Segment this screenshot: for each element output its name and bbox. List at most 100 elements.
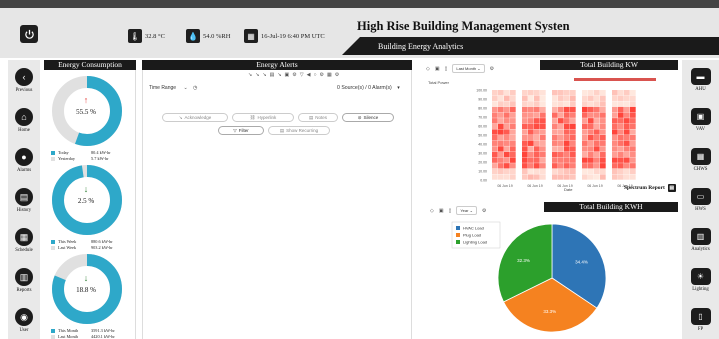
- heatmap-cell: [492, 95, 498, 101]
- kw-heatmap-chart: Total Power Date 100.0090.0080.0070.0060…: [428, 78, 656, 192]
- datetime-value: 16-Jul-19 6:40 PM UTC: [261, 32, 325, 40]
- acknowledge-button[interactable]: ↘ Acknowledge: [162, 113, 228, 122]
- filter-icon[interactable]: ▽: [300, 72, 304, 78]
- document-icon[interactable]: ▯: [445, 66, 448, 72]
- nav-user[interactable]: ◉ User: [8, 308, 40, 333]
- heatmap-cell: [594, 95, 600, 101]
- gear-icon[interactable]: ⚙: [320, 72, 324, 78]
- nav-reports[interactable]: ▥ Reports: [8, 268, 40, 293]
- heatmap-cell: [522, 101, 528, 107]
- heatmap-cell: [594, 174, 600, 180]
- heatmap-cell: [630, 157, 636, 163]
- tag-icon[interactable]: ◇: [430, 208, 434, 214]
- heatmap-cell: [504, 168, 510, 175]
- heatmap-cell: [570, 163, 576, 169]
- heatmap-cell: [534, 106, 540, 113]
- toolbar-icon[interactable]: ↘: [248, 72, 252, 78]
- time-range[interactable]: Time Range ⌄ ◷: [149, 85, 197, 91]
- heatmap-cell: [594, 163, 600, 169]
- filter-icon: ▽: [233, 127, 237, 133]
- toolbar-icon[interactable]: ↘: [262, 72, 266, 78]
- circle-icon[interactable]: ○: [313, 72, 316, 78]
- heatmap-cell: [534, 174, 540, 180]
- nav-previous[interactable]: ‹ Previous: [8, 68, 40, 93]
- heatmap-cell: [588, 135, 594, 141]
- nav-hws[interactable]: ▭ HWS: [682, 188, 719, 212]
- nav-analytics[interactable]: ▥ Analytics: [682, 228, 719, 252]
- heatmap-cell: [558, 112, 564, 118]
- heatmap-cell: [624, 135, 630, 141]
- nav-schedule[interactable]: ▦ Schedule: [8, 228, 40, 253]
- gear-icon[interactable]: ⚙: [490, 66, 494, 72]
- nav-home[interactable]: ⌂ Home: [8, 108, 40, 133]
- show-recurring-button[interactable]: ▤ Show Recurring: [268, 126, 330, 135]
- table-icon[interactable]: ▦: [327, 72, 332, 78]
- save-icon[interactable]: ▣: [435, 66, 440, 72]
- donut-percent: 18.8 %: [76, 286, 96, 294]
- report-icon: ▤: [667, 184, 676, 192]
- hyperlink-button[interactable]: ⛓ Hyperlink: [232, 113, 294, 122]
- heatmap-cell: [510, 101, 516, 107]
- silence-button[interactable]: ⊘ Silence: [342, 113, 394, 122]
- heatmap-cell: [492, 135, 498, 141]
- gear-icon[interactable]: ⚙: [335, 72, 339, 78]
- temperature-stat: 🌡 32.8 °C: [128, 29, 165, 43]
- nav-fp[interactable]: ▯ FP: [682, 308, 719, 332]
- toolbar-icon[interactable]: ↘: [277, 72, 281, 78]
- heatmap-cell: [552, 157, 558, 163]
- nav-vav[interactable]: ▣ VAV: [682, 108, 719, 132]
- toolbar-icon[interactable]: ▤: [270, 72, 275, 78]
- clock-icon[interactable]: ◷: [193, 85, 197, 91]
- heatmap-cell: [600, 118, 606, 124]
- heatmap-cell: [612, 118, 618, 124]
- calendar-icon: ▦: [15, 228, 33, 246]
- toolbar-icon[interactable]: ↘: [255, 72, 259, 78]
- energy-legend-row: This Month 3591.3 kW-hr: [51, 328, 115, 333]
- sources-summary: 0 Source(s) / 0 Alarm(s) ▾: [337, 85, 400, 91]
- nav-history[interactable]: ▤ History: [8, 188, 40, 213]
- toolbar-icon[interactable]: ▣: [285, 72, 290, 78]
- nav-lighting[interactable]: ☀ Lighting: [682, 268, 719, 292]
- heatmap-cell: [600, 135, 606, 141]
- filter-button[interactable]: ▽ Filter: [218, 126, 264, 135]
- heatmap-cell: [534, 163, 540, 169]
- nav-label: Previous: [15, 88, 33, 93]
- heatmap-cell: [540, 101, 546, 107]
- donut-percent: 2.5 %: [77, 197, 95, 205]
- heatmap-cell: [618, 123, 624, 130]
- power-button[interactable]: [20, 25, 38, 43]
- document-icon[interactable]: ▯: [449, 208, 452, 214]
- nav-chws[interactable]: ▦ CHWS: [682, 148, 719, 172]
- heatmap-cell: [588, 151, 594, 158]
- chevron-down-icon[interactable]: ▾: [397, 85, 400, 91]
- legend-value: 880.6 kW-hr: [91, 239, 113, 244]
- settings-icon[interactable]: ⚙: [292, 72, 296, 78]
- nav-alarms[interactable]: ● Alarms: [8, 148, 40, 173]
- heatmap-cell: [618, 129, 624, 135]
- kwh-pie-chart: 34.4% 33.3% 32.3% HVAC Load Plug Load Lightin…: [451, 221, 607, 333]
- heatmap-cell: [618, 95, 624, 101]
- kw-range-select[interactable]: Last Month ⌄: [452, 64, 485, 73]
- heatmap-cell: [618, 106, 624, 113]
- heatmap-cell: [522, 140, 528, 146]
- heatmap-cell: [612, 168, 618, 175]
- heatmap-cell: [510, 112, 516, 118]
- user-icon: ◉: [15, 308, 33, 326]
- heatmap-cell: [498, 101, 504, 107]
- notes-button[interactable]: ▤ Notes: [298, 113, 338, 122]
- heatmap-x-tick: 06 Jun 19: [497, 184, 512, 188]
- heatmap-cell: [552, 90, 558, 96]
- heatmap-cell: [570, 118, 576, 124]
- nav-ahu[interactable]: ▬ AHU: [682, 68, 719, 92]
- legend-swatch: [51, 150, 55, 155]
- heatmap-cell: [624, 157, 630, 163]
- spectrum-report[interactable]: Spectrum Report ▤: [624, 184, 676, 192]
- heatmap-cell: [540, 135, 546, 141]
- heatmap-cell: [564, 151, 570, 158]
- heatmap-cell: [528, 95, 534, 101]
- tag-icon[interactable]: ◇: [426, 66, 430, 72]
- heatmap-y-tick: 60.00: [478, 125, 487, 129]
- gear-icon[interactable]: ⚙: [482, 208, 486, 214]
- save-icon[interactable]: ▣: [439, 208, 444, 214]
- sound-icon[interactable]: ◀: [307, 72, 311, 78]
